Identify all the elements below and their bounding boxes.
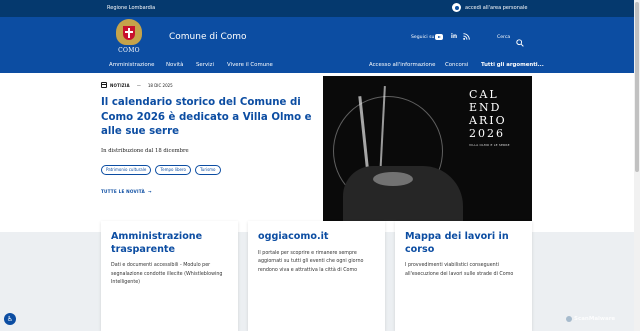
card-title[interactable]: oggiacomo.it bbox=[258, 231, 375, 244]
card-oggiacomo[interactable]: oggiacomo.it Il portale per scoprire e r… bbox=[248, 221, 385, 331]
scanmalware-logo-icon bbox=[566, 316, 572, 322]
scanmalware-watermark: ScanMalware bbox=[566, 316, 615, 322]
scrollbar-thumb[interactable] bbox=[635, 2, 639, 172]
rss-icon[interactable] bbox=[462, 33, 470, 41]
card-text: Dati e documenti accessibili - Modulo pe… bbox=[111, 263, 223, 286]
tag-list: Patrimonio culturale Tempo libero Turism… bbox=[101, 164, 316, 175]
news-category: NOTIZIA bbox=[110, 82, 130, 88]
image-title: CAL END ARIO 2026 bbox=[469, 88, 507, 140]
card-mappa-lavori[interactable]: Mappa dei lavori in corso I provvediment… bbox=[395, 221, 532, 331]
card-title[interactable]: Mappa dei lavori in corso bbox=[405, 231, 522, 256]
news-meta: NOTIZIA — 18 DIC 2025 bbox=[101, 82, 316, 88]
hero-news: NOTIZIA — 18 DIC 2025 Il calendario stor… bbox=[101, 82, 316, 194]
linkedin-icon[interactable]: in bbox=[450, 33, 458, 41]
slim-header: Regione Lombardia accedi all'area person… bbox=[0, 0, 634, 17]
all-news-link[interactable]: TUTTE LE NOVITÀ → bbox=[101, 189, 316, 194]
youtube-icon[interactable] bbox=[435, 33, 444, 41]
search-icon[interactable] bbox=[516, 32, 524, 47]
tag-chip[interactable]: Turismo bbox=[194, 164, 221, 175]
nav-tutti-argomenti[interactable]: Tutti gli argomenti... bbox=[481, 62, 544, 68]
news-subtitle: In distribuzione dal 18 dicembre bbox=[101, 147, 189, 154]
card-title[interactable]: Amministrazione trasparente bbox=[111, 231, 228, 256]
como-logo[interactable]: COMO bbox=[116, 19, 142, 57]
card-amministrazione-trasparente[interactable]: Amministrazione trasparente Dati e docum… bbox=[101, 221, 238, 331]
accessibility-icon[interactable]: ♿ bbox=[4, 313, 16, 325]
meta-separator: — bbox=[136, 82, 141, 88]
login-button[interactable]: accedi all'area personale bbox=[452, 3, 527, 12]
search-label[interactable]: Cerca bbox=[497, 35, 510, 40]
calendar-cover-image[interactable]: CAL END ARIO 2026 VILLA OLMO E LE SERRE bbox=[323, 76, 532, 221]
tag-chip[interactable]: Tempo libero bbox=[155, 164, 191, 175]
nav-accesso-informazione[interactable]: Accesso all'informazione bbox=[369, 62, 435, 68]
watermark-text: ScanMalware bbox=[574, 316, 616, 322]
news-title[interactable]: Il calendario storico del Comune di Como… bbox=[101, 96, 316, 140]
calendar-icon bbox=[101, 82, 107, 88]
nav-vivere-il-comune[interactable]: Vivere il Comune bbox=[227, 62, 273, 68]
all-news-label: TUTTE LE NOVITÀ bbox=[101, 188, 145, 194]
site-name[interactable]: Comune di Como bbox=[169, 32, 247, 42]
nav-amministrazione[interactable]: Amministrazione bbox=[109, 62, 154, 68]
card-text: I provvedimenti viabilistici conseguenti… bbox=[405, 263, 514, 277]
login-label: accedi all'area personale bbox=[465, 4, 528, 11]
user-icon bbox=[452, 3, 461, 12]
site-header: COMO Comune di Como Seguici su in Cerca … bbox=[0, 17, 634, 73]
vertical-scrollbar[interactable] bbox=[634, 0, 640, 331]
news-date: 18 DIC 2025 bbox=[147, 82, 173, 88]
crest-icon bbox=[116, 19, 142, 45]
nav-novita[interactable]: Novità bbox=[166, 62, 183, 68]
card-text: Il portale per scoprire e rimanere sempr… bbox=[258, 250, 364, 273]
image-caption: VILLA OLMO E LE SERRE bbox=[469, 143, 510, 147]
nav-servizi[interactable]: Servizi bbox=[196, 62, 214, 68]
arrow-right-icon: → bbox=[147, 188, 152, 194]
logo-text: COMO bbox=[118, 47, 140, 54]
region-link[interactable]: Regione Lombardia bbox=[107, 5, 155, 11]
nav-concorsi[interactable]: Concorsi bbox=[445, 62, 468, 68]
tag-chip[interactable]: Patrimonio culturale bbox=[101, 164, 152, 175]
social-label: Seguici su bbox=[411, 35, 435, 40]
